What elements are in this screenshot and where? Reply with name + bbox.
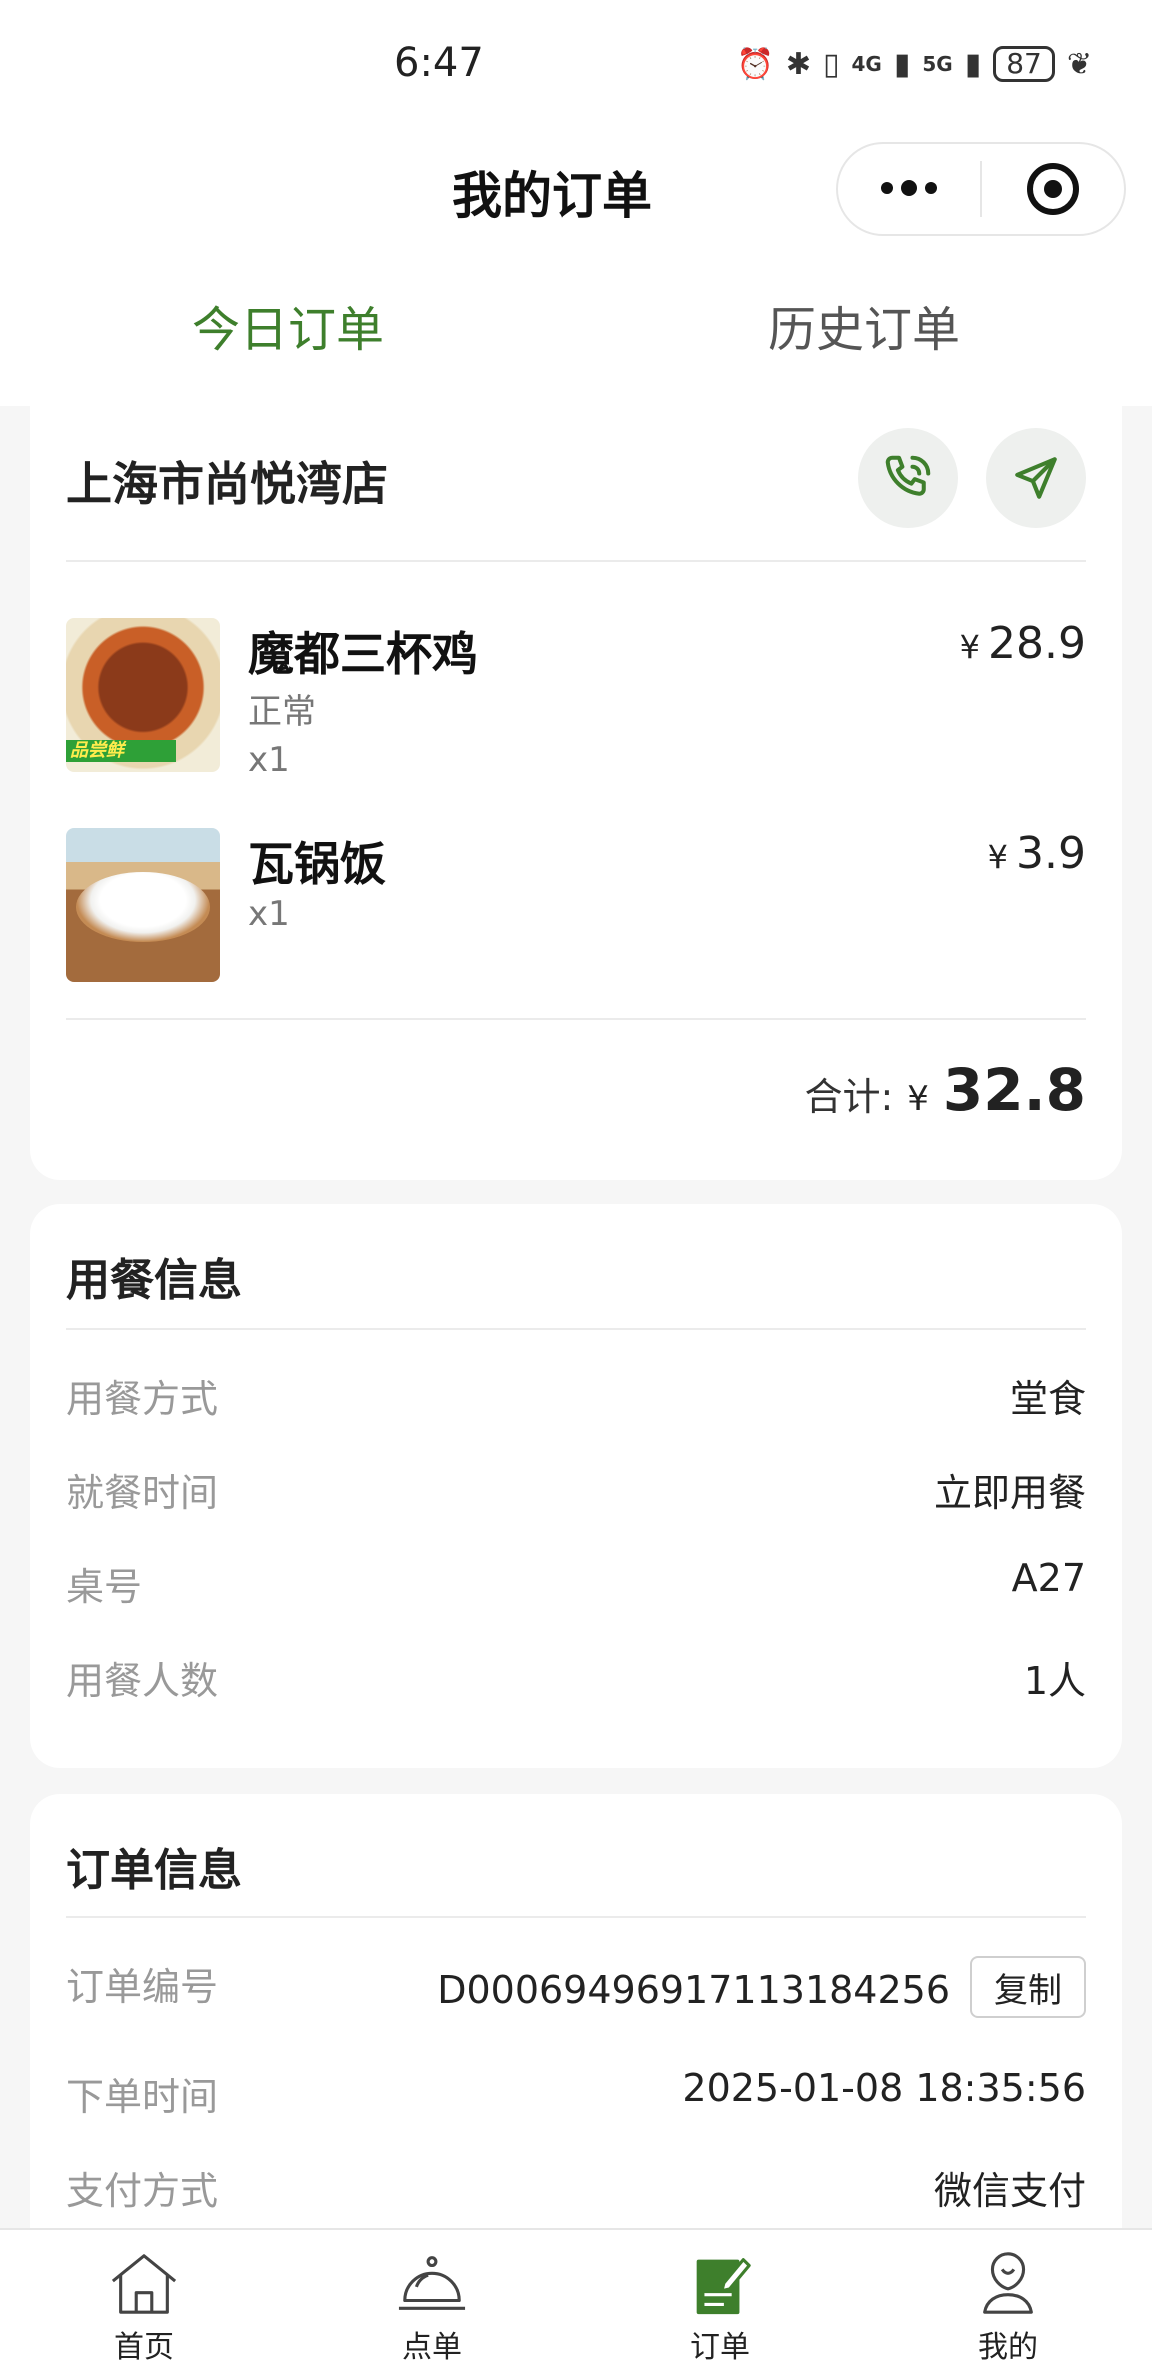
tabbar-label: 点单	[402, 2330, 462, 2365]
close-mini-program-button[interactable]	[982, 144, 1124, 234]
dish-image-chicken: 品尝鲜	[66, 618, 220, 772]
order-item: 瓦锅饭 x1 ¥3.9	[66, 828, 1086, 988]
status-time: 6:47	[394, 40, 484, 86]
info-key: 支付方式	[66, 2169, 219, 2213]
order-item: 品尝鲜 魔都三杯鸡 正常 x1 ¥28.9	[66, 618, 1086, 780]
order-icon	[696, 2258, 751, 2315]
dish-badge: 品尝鲜	[66, 740, 176, 762]
item-price: ¥3.9	[988, 828, 1086, 879]
dining-info-card: 用餐信息 用餐方式 堂食 就餐时间 立即用餐 桌号 A27 用餐人数 1人	[30, 1204, 1122, 1768]
info-key: 用餐人数	[66, 1659, 219, 1703]
item-price: ¥28.9	[960, 618, 1086, 669]
more-dots-icon	[881, 180, 937, 196]
order-total: 合计: ¥ 32.8	[804, 1056, 1086, 1124]
tab-history[interactable]: 历史订单	[714, 290, 1014, 360]
cloche-icon	[398, 2256, 466, 2310]
battery-indicator: 87	[993, 46, 1055, 82]
leaf-icon: ❦	[1066, 46, 1092, 82]
order-number: D0006949691711318425​6	[437, 1968, 950, 2012]
dining-info-title: 用餐信息	[66, 1255, 242, 1306]
currency-symbol: ¥	[959, 628, 981, 666]
item-qty: x1	[248, 894, 290, 934]
info-row-guest-count: 用餐人数 1人	[66, 1650, 1086, 1710]
call-store-button[interactable]	[858, 428, 958, 528]
copy-order-number-button[interactable]: 复制	[970, 1956, 1086, 2018]
items-divider	[66, 1018, 1086, 1020]
more-button[interactable]	[838, 144, 980, 234]
tabbar-order-food[interactable]: 点单	[352, 2248, 512, 2366]
tabbar-orders[interactable]: 订单	[640, 2248, 800, 2366]
info-key: 下单时间	[66, 2075, 219, 2119]
info-row-dining-mode: 用餐方式 堂食	[66, 1368, 1086, 1428]
info-value: 立即用餐	[933, 1471, 1086, 1515]
info-key: 用餐方式	[66, 1377, 219, 1421]
info-row-dining-time: 就餐时间 立即用餐	[66, 1462, 1086, 1522]
navigate-store-button[interactable]	[986, 428, 1086, 528]
vibrate-icon: ▯	[822, 46, 840, 82]
info-value: 微信支付	[933, 2169, 1086, 2213]
top-chrome: 6:47 ⏰ ✱ ▯ 4G ▮ 5G ▮ 87 ❦ 我的订单 今日订单 历史订单	[0, 0, 1152, 406]
item-price-value: 28.9	[988, 618, 1086, 669]
item-name: 魔都三杯鸡	[248, 627, 478, 681]
total-label: 合计:	[804, 1075, 894, 1119]
info-value: 2025-01-08 18:35:56	[682, 2066, 1086, 2110]
info-row-order-number: 订单编号 D0006949691711318425​6 复制	[66, 1956, 1086, 2018]
item-qty: x1	[248, 740, 290, 780]
bluetooth-icon: ✱	[785, 46, 811, 82]
info-row-payment-method: 支付方式 微信支付	[66, 2160, 1086, 2220]
currency-symbol: ¥	[987, 838, 1009, 876]
signal-bars-icon: ▮	[893, 46, 911, 82]
total-currency: ¥	[907, 1079, 929, 1119]
home-icon	[111, 2254, 177, 2314]
dish-image-rice	[66, 828, 220, 982]
alarm-icon: ⏰	[736, 46, 774, 82]
info-row-order-time: 下单时间 2025-01-08 18:35:56	[66, 2066, 1086, 2126]
rice-bowl-graphic	[76, 872, 210, 942]
info-value: 1人	[1023, 1659, 1086, 1703]
total-amount: 32.8	[942, 1056, 1086, 1124]
item-spec: 正常	[248, 692, 316, 732]
order-divider	[66, 1916, 1086, 1918]
tabbar-profile[interactable]: 我的	[928, 2248, 1088, 2366]
store-divider	[66, 560, 1086, 562]
info-row-table-number: 桌号 A27	[66, 1556, 1086, 1616]
info-key: 就餐时间	[66, 1471, 219, 1515]
tabbar-home[interactable]: 首页	[64, 2248, 224, 2366]
signal-4g-label: 4G	[851, 52, 882, 76]
phone-icon	[885, 455, 931, 496]
tab-today[interactable]: 今日订单	[138, 290, 438, 360]
mini-program-capsule	[836, 142, 1126, 236]
info-value: A27	[1011, 1556, 1086, 1600]
target-icon	[1027, 163, 1079, 215]
tabbar-label: 订单	[690, 2330, 750, 2365]
info-key: 桌号	[66, 1565, 143, 1609]
store-order-card: 上海市尚悦湾店 品尝鲜 魔都三杯鸡 正常 x1 ¥28.9 瓦锅饭 x1 ¥ 3…	[30, 360, 1122, 1180]
store-name: 上海市尚悦湾店	[66, 457, 388, 511]
order-info-title: 订单信息	[66, 1845, 242, 1896]
bottom-tab-bar: 首页 点单 订单 我的	[0, 2228, 1152, 2376]
item-name: 瓦锅饭	[248, 837, 386, 891]
signal-bars-icon: ▮	[964, 46, 982, 82]
info-value: 堂食	[1009, 1377, 1086, 1421]
item-price-value: 3.9	[1016, 828, 1086, 879]
tabbar-label: 我的	[978, 2330, 1038, 2365]
tabbar-label: 首页	[114, 2330, 174, 2365]
info-key: 订单编号	[66, 1965, 219, 2009]
signal-5g-label: 5G	[922, 52, 953, 76]
dining-divider	[66, 1328, 1086, 1330]
navigation-arrow-icon	[1015, 457, 1057, 499]
status-icons: ⏰ ✱ ▯ 4G ▮ 5G ▮ 87 ❦	[736, 46, 1092, 82]
profile-icon	[983, 2252, 1033, 2314]
